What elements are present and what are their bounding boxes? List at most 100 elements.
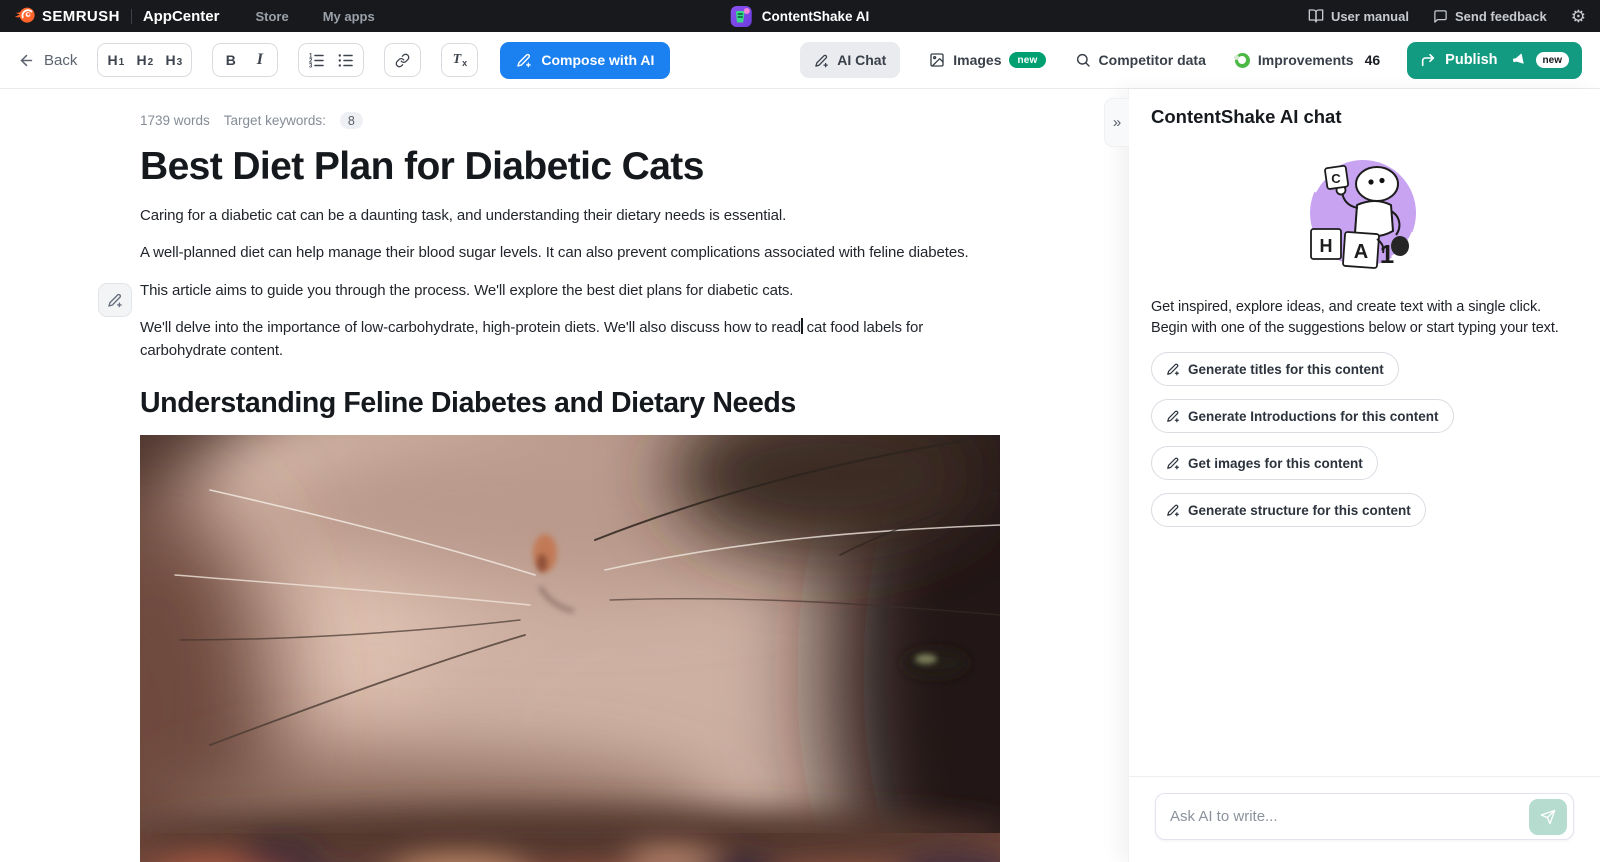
contentshake-app-icon [731, 6, 752, 27]
compose-label: Compose with AI [541, 52, 654, 68]
chevron-right-double-icon: » [1113, 114, 1121, 131]
publish-label: Publish [1445, 52, 1497, 68]
svg-text:C: C [1331, 171, 1341, 186]
send-button[interactable] [1529, 799, 1567, 835]
target-keywords-count[interactable]: 8 [340, 112, 363, 129]
ai-chat-label: AI Chat [837, 52, 886, 68]
current-app: ContentShake AI [731, 6, 870, 27]
publish-button[interactable]: Publish new [1407, 42, 1582, 79]
main-area: 1739 words Target keywords: 8 Best Diet … [0, 89, 1600, 862]
feedback-bubble-icon [1433, 9, 1448, 24]
send-feedback-label: Send feedback [1455, 9, 1547, 24]
bold-button[interactable]: B [216, 46, 245, 74]
paragraph-1[interactable]: Caring for a diabetic cat can be a daunt… [140, 205, 1003, 228]
chat-input-area [1129, 776, 1600, 862]
semrush-logo[interactable]: SEMRUSH [14, 5, 120, 27]
paragraph-4[interactable]: We'll delve into the importance of low-c… [140, 317, 1003, 362]
editor-toolbar: Back H1 H2 H3 B I 123 Tx [0, 32, 1600, 89]
top-navigation-bar: SEMRUSH AppCenter Store My apps ContentS… [0, 0, 1600, 32]
ai-pen-icon [516, 52, 532, 68]
user-manual-link[interactable]: User manual [1308, 8, 1409, 24]
suggestion-generate-titles[interactable]: Generate titles for this content [1151, 352, 1399, 386]
h1-button[interactable]: H1 [101, 46, 130, 74]
improvements-button[interactable]: Improvements 46 [1235, 52, 1380, 68]
ai-pen-icon [107, 292, 123, 308]
back-button[interactable]: Back [18, 52, 77, 69]
compose-with-ai-button[interactable]: Compose with AI [500, 42, 670, 79]
book-icon [1308, 8, 1324, 24]
topbar-nav: Store My apps [255, 9, 374, 24]
chat-input-container [1155, 793, 1574, 840]
brand-name: SEMRUSH [42, 8, 120, 25]
ai-pen-icon [1166, 503, 1180, 517]
article-image-cat[interactable] [140, 435, 1000, 862]
article-editor[interactable]: 1739 words Target keywords: 8 Best Diet … [0, 89, 1128, 862]
heading-buttons-group: H1 H2 H3 [97, 43, 192, 77]
clear-format-group: Tx [441, 43, 478, 77]
link-icon [395, 53, 410, 68]
link-button-group [384, 43, 421, 77]
competitor-data-label: Competitor data [1099, 52, 1206, 68]
h2-button[interactable]: H2 [130, 46, 159, 74]
images-button[interactable]: Images new [929, 52, 1045, 68]
competitor-data-button[interactable]: Competitor data [1075, 52, 1206, 68]
arrow-left-icon [18, 52, 35, 69]
share-arrow-icon [1420, 52, 1436, 68]
paragraph-3[interactable]: This article aims to guide you through t… [140, 280, 1003, 303]
user-manual-label: User manual [1331, 9, 1409, 24]
suggestion-list: Generate titles for this content Generat… [1151, 352, 1574, 527]
bullet-list-button[interactable] [331, 46, 360, 74]
nav-store[interactable]: Store [255, 9, 288, 24]
insert-link-button[interactable] [388, 46, 417, 74]
improvements-label: Improvements [1258, 52, 1354, 68]
send-feedback-link[interactable]: Send feedback [1433, 9, 1547, 24]
paragraph-2[interactable]: A well-planned diet can help manage thei… [140, 242, 1003, 265]
suggestion-generate-structure[interactable]: Generate structure for this content [1151, 493, 1426, 527]
chat-intro-text: Get inspired, explore ideas, and create … [1151, 297, 1574, 338]
target-keywords-label: Target keywords: [224, 113, 326, 128]
italic-button[interactable]: I [245, 46, 274, 74]
svg-text:A: A [1353, 241, 1367, 263]
settings-gear-icon[interactable]: ⚙ [1571, 8, 1586, 25]
h3-button[interactable]: H3 [159, 46, 188, 74]
ai-pen-icon [1166, 362, 1180, 376]
ai-chat-button[interactable]: AI Chat [800, 42, 900, 78]
contentshake-app-window: SEMRUSH AppCenter Store My apps ContentS… [0, 0, 1600, 862]
nav-my-apps[interactable]: My apps [323, 9, 375, 24]
image-icon [929, 52, 945, 68]
megaphone-icon [1509, 52, 1526, 69]
collapse-panel-button[interactable]: » [1104, 98, 1129, 147]
suggestion-get-images[interactable]: Get images for this content [1151, 446, 1378, 480]
images-label: Images [953, 52, 1001, 68]
bullet-list-icon [337, 52, 354, 69]
improvements-progress-icon [1235, 53, 1250, 68]
ordered-list-button[interactable]: 123 [302, 46, 331, 74]
ask-ai-input[interactable] [1170, 808, 1529, 825]
publish-new-badge: new [1536, 52, 1569, 68]
ordered-list-icon: 123 [308, 52, 325, 69]
semrush-logo-icon [14, 5, 36, 27]
images-new-badge: new [1009, 52, 1045, 68]
svg-text:H: H [1319, 236, 1332, 256]
article-content: 1739 words Target keywords: 8 Best Diet … [140, 112, 1003, 862]
suggestion-generate-introductions[interactable]: Generate Introductions for this content [1151, 399, 1454, 433]
inline-ai-edit-button[interactable] [98, 283, 132, 317]
clear-formatting-button[interactable]: Tx [445, 46, 474, 74]
article-meta: 1739 words Target keywords: 8 [140, 112, 1003, 129]
article-heading-2[interactable]: Understanding Feline Diabetes and Dietar… [140, 387, 1003, 420]
ai-pen-icon [814, 53, 829, 68]
ai-pen-icon [1166, 409, 1180, 423]
ai-chat-panel: » ContentShake AI chat [1128, 89, 1600, 862]
list-buttons-group: 123 [298, 43, 364, 77]
paper-plane-icon [1540, 809, 1556, 825]
suite-name[interactable]: AppCenter [143, 8, 220, 25]
article-title[interactable]: Best Diet Plan for Diabetic Cats [140, 145, 1003, 190]
improvements-count: 46 [1365, 52, 1381, 68]
svg-text:1: 1 [1379, 239, 1393, 269]
topbar-actions: User manual Send feedback ⚙ [1308, 8, 1586, 25]
text-style-group: B I [212, 43, 278, 77]
back-label: Back [44, 52, 77, 69]
svg-text:3: 3 [309, 63, 313, 68]
ai-pen-icon [1166, 456, 1180, 470]
robot-illustration: C H A 1 [1297, 153, 1429, 275]
